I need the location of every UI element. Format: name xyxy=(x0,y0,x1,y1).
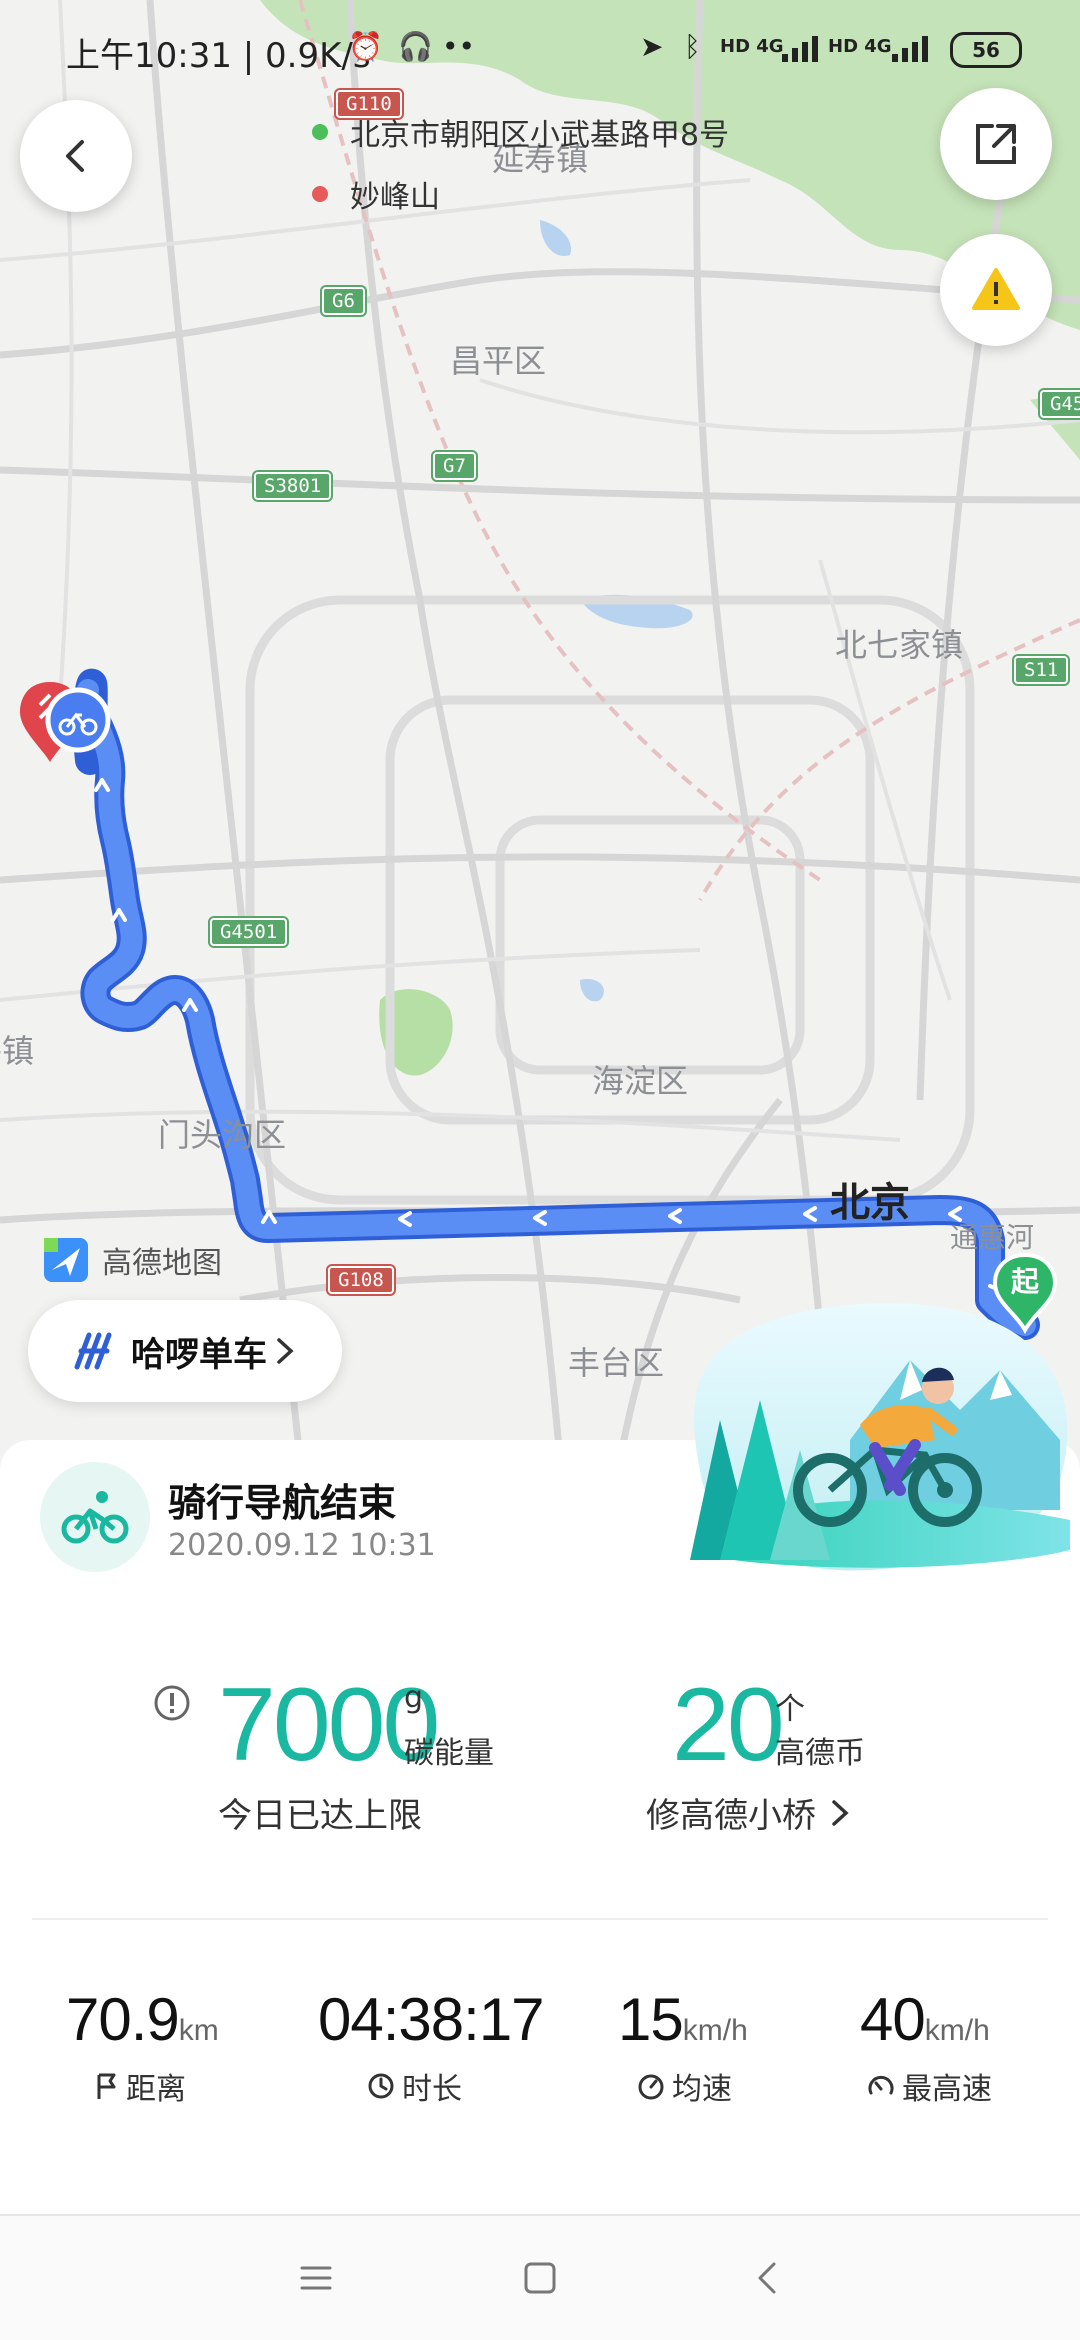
destination-dot-icon xyxy=(312,186,328,202)
home-square-icon[interactable] xyxy=(518,2256,562,2300)
stat-avg-speed-unit: km/h xyxy=(682,2014,748,2047)
build-bridge-link[interactable]: 修高德小桥 xyxy=(646,1788,852,1837)
bluetooth-icon: ᛒ xyxy=(684,30,701,63)
amap-logo-icon xyxy=(44,1238,88,1282)
road-shield: G45 xyxy=(1040,390,1080,418)
stat-avg-speed-caption: 均速 xyxy=(636,2064,732,2108)
carbon-limit-note: 今日已达上限 xyxy=(218,1796,422,1836)
carbon-energy-label: 碳能量 xyxy=(404,1736,494,1771)
share-button[interactable] xyxy=(940,88,1052,200)
speed-icon xyxy=(638,2074,664,2100)
road-shield: S3801 xyxy=(254,472,332,500)
alarm-icon: ⏰ xyxy=(348,30,383,63)
build-bridge-label: 修高德小桥 xyxy=(646,1796,816,1836)
info-icon[interactable] xyxy=(152,1683,192,1723)
amap-logo-text: 高德地图 xyxy=(102,1246,222,1281)
stat-distance-label: 距离 xyxy=(126,2072,186,2107)
stat-distance-caption: 距离 xyxy=(94,2064,186,2108)
stat-duration-caption: 时长 xyxy=(366,2064,462,2108)
place-label-tonghuihe: 通惠河 xyxy=(950,1221,1035,1254)
road-shield: S11 xyxy=(1014,656,1069,684)
back-button[interactable] xyxy=(20,100,132,212)
stat-distance: 70.9km xyxy=(66,1990,219,2050)
status-bar: 上午10:31 | 0.9K/s ⏰ 🎧 •• ➤ ᛒ HD 4G HD 4G … xyxy=(0,0,1080,95)
place-label-changping: 昌平区 xyxy=(450,342,547,380)
gaode-coin-label: 高德币 xyxy=(775,1736,865,1771)
stat-max-speed: 40km/h xyxy=(860,1990,990,2050)
signal-right-icon: HD 4G xyxy=(828,36,892,57)
road-shield: G4501 xyxy=(210,918,288,946)
origin-address: 北京市朝阳区小武基路甲8号 xyxy=(350,118,730,153)
system-nav-bar xyxy=(0,2216,1080,2340)
ride-datetime: 2020.09.12 10:31 xyxy=(168,1528,436,1563)
back-triangle-icon[interactable] xyxy=(746,2256,790,2300)
chevron-right-icon xyxy=(832,1799,849,1826)
gauge-icon xyxy=(868,2075,894,2095)
cyclist-illustration xyxy=(690,1303,1070,1571)
signal-left-icon: HD 4G xyxy=(720,36,784,57)
more-dots-icon: •• xyxy=(442,30,476,63)
stat-avg-speed-label: 均速 xyxy=(672,2072,732,2107)
stat-max-speed-unit: km/h xyxy=(924,2014,990,2047)
stat-max-speed-value: 40 xyxy=(860,1986,926,2053)
share-icon xyxy=(976,124,1016,164)
chevron-right-icon xyxy=(277,1338,294,1364)
stat-duration: 04:38:17 xyxy=(318,1990,545,2050)
stat-max-speed-caption: 最高速 xyxy=(866,2064,992,2108)
stat-distance-value: 70.9 xyxy=(66,1986,180,2053)
cycling-icon xyxy=(61,1491,129,1544)
hello-bike-button[interactable]: 哈啰单车 xyxy=(28,1300,342,1402)
signal-bars-icon xyxy=(892,36,928,62)
place-label-fengtai: 丰台区 xyxy=(568,1344,665,1382)
status-time: 上午10:31 | 0.9K/s xyxy=(66,36,371,76)
divider xyxy=(32,1918,1048,1920)
headset-icon: 🎧 xyxy=(398,30,433,63)
gaode-coin-unit: 个 xyxy=(775,1692,805,1727)
hello-bike-label: 哈啰单车 xyxy=(131,1334,267,1375)
menu-icon[interactable] xyxy=(294,2256,338,2300)
carbon-energy-unit: g xyxy=(404,1680,424,1715)
clock-icon xyxy=(368,2073,394,2099)
place-label-beiqijia: 北七家镇 xyxy=(835,626,964,664)
ride-complete-icon xyxy=(40,1462,150,1572)
stat-distance-unit: km xyxy=(178,2014,219,2047)
destination-name: 妙峰山 xyxy=(350,180,440,215)
road-shield: G6 xyxy=(322,287,365,315)
chevron-left-icon xyxy=(66,140,84,172)
ride-title: 骑行导航结束 xyxy=(168,1481,397,1525)
gaode-coin-value: 20 xyxy=(672,1667,785,1783)
stat-max-speed-label: 最高速 xyxy=(902,2072,992,2107)
road-shield: G108 xyxy=(328,1266,394,1294)
signal-bars-icon xyxy=(782,36,818,62)
battery-indicator: 56 xyxy=(950,32,1022,68)
amap-logo: 高德地图 xyxy=(40,1234,222,1286)
place-label-beijing: 北京 xyxy=(830,1180,910,1226)
place-label-mentougou: 门头沟区 xyxy=(158,1116,287,1154)
stat-avg-speed: 15km/h xyxy=(618,1990,748,2050)
place-label-left-edge: 平镇 xyxy=(0,1032,35,1070)
origin-row: 北京市朝阳区小武基路甲8号 xyxy=(312,110,729,154)
stat-duration-value: 04:38:17 xyxy=(318,1986,545,2053)
stat-duration-label: 时长 xyxy=(402,2072,462,2107)
place-label-haidian: 海淀区 xyxy=(592,1062,689,1100)
hellobike-logo-icon xyxy=(74,1332,112,1370)
road-shield: G7 xyxy=(433,452,476,480)
destination-row: 妙峰山 xyxy=(312,172,729,216)
flag-icon xyxy=(97,2073,116,2099)
route-summary: 北京市朝阳区小武基路甲8号 妙峰山 xyxy=(312,110,729,234)
location-icon: ➤ xyxy=(640,30,664,63)
warning-icon xyxy=(972,268,1020,310)
report-button[interactable] xyxy=(940,234,1052,346)
origin-dot-icon xyxy=(312,124,328,140)
stat-avg-speed-value: 15 xyxy=(618,1986,684,2053)
